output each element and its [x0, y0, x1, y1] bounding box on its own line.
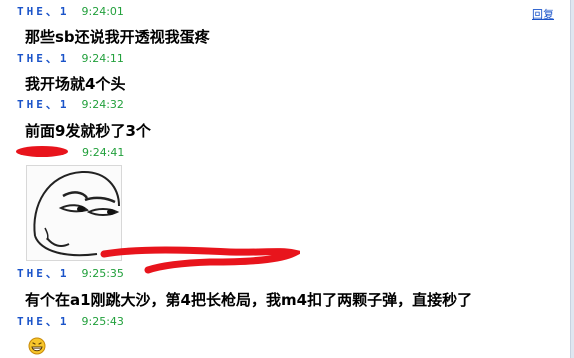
- message-time: 9:24:01: [81, 5, 124, 18]
- reply-link[interactable]: 回复: [532, 6, 554, 22]
- grinning-face-icon: [28, 337, 46, 355]
- message-header: THE、1 9:24:01: [17, 4, 124, 20]
- message-text: 有个在a1刚跳大沙，第4把长枪局，我m4扣了两颗子弹，直接秒了: [25, 291, 473, 309]
- sender-name[interactable]: THE、1: [17, 314, 70, 330]
- message-header: THE、1 9:25:35: [17, 266, 124, 282]
- message-time: 9:25:35: [81, 267, 124, 280]
- message-time: 9:24:11: [81, 52, 124, 65]
- message-text: 前面9发就秒了3个: [25, 122, 151, 140]
- message-header: THE、1 9:24:11: [17, 51, 124, 67]
- message-text: 我开场就4个头: [25, 75, 126, 93]
- message-time: 9:25:43: [81, 315, 124, 328]
- scrollbar[interactable]: [570, 0, 574, 358]
- message-time: 9:24:41: [82, 146, 125, 159]
- chat-log: 回复 THE、1 9:24:01 那些sb还说我开透视我蛋疼 THE、1 9:2…: [0, 0, 574, 358]
- sender-name[interactable]: THE、1: [17, 51, 70, 67]
- message-header: THE、1 9:25:43: [17, 314, 124, 330]
- sender-name[interactable]: THE、1: [17, 266, 70, 282]
- message-header: THE、1 9:24:32: [17, 97, 124, 113]
- sender-redaction: [16, 146, 68, 157]
- message-time: 9:24:32: [81, 98, 124, 111]
- red-scribble-redaction: [100, 246, 300, 274]
- sender-name[interactable]: THE、1: [17, 4, 70, 20]
- sender-name[interactable]: THE、1: [17, 97, 70, 113]
- message-header: 9:24:41: [70, 145, 124, 161]
- message-text: 那些sb还说我开透视我蛋疼: [25, 28, 210, 46]
